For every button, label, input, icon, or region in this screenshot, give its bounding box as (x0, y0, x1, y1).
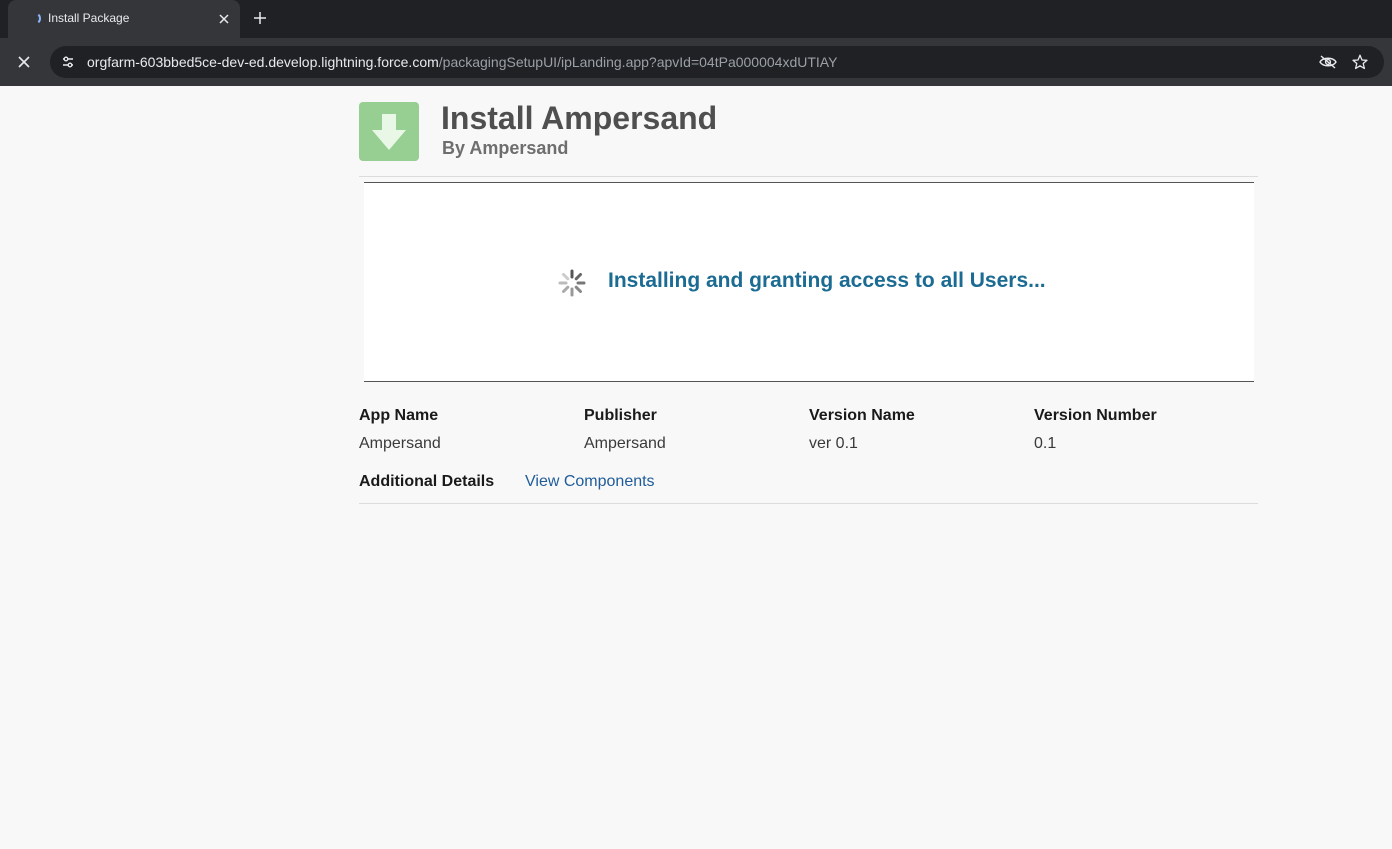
install-status-message: Installing and granting access to all Us… (608, 269, 1046, 292)
eye-slash-icon[interactable] (1316, 50, 1340, 74)
header-divider (359, 176, 1258, 177)
app-name-value: Ampersand (359, 435, 441, 452)
view-components-link[interactable]: View Components (525, 473, 655, 491)
download-arrow-icon (359, 102, 419, 161)
app-name-label: App Name (359, 407, 439, 424)
address-bar[interactable]: orgfarm-603bbed5ce-dev-ed.develop.lightn… (50, 46, 1384, 78)
tab-close-icon[interactable] (214, 9, 234, 29)
url-host: orgfarm-603bbed5ce-dev-ed.develop.lightn… (87, 54, 439, 70)
loading-spinner-icon (558, 269, 586, 297)
page-title: Install Ampersand (441, 100, 718, 136)
install-progress-panel: Installing and granting access to all Us… (364, 182, 1254, 382)
publisher-label: Publisher (584, 407, 657, 424)
browser-tab-strip: Install Package (0, 0, 1392, 38)
additional-details-label: Additional Details (359, 473, 495, 490)
tab-loading-icon (28, 12, 41, 25)
bookmark-star-icon[interactable] (1348, 50, 1372, 74)
version-name-label: Version Name (809, 407, 915, 424)
version-number-value: 0.1 (1034, 435, 1057, 452)
tab-title: Install Package (48, 11, 130, 25)
version-number-label: Version Number (1034, 407, 1157, 424)
url-path: /packagingSetupUI/ipLanding.app?apvId=04… (438, 54, 838, 70)
url-text[interactable]: orgfarm-603bbed5ce-dev-ed.develop.lightn… (87, 54, 837, 70)
stop-loading-icon[interactable] (12, 50, 36, 74)
site-settings-icon[interactable] (56, 50, 80, 74)
publisher-value: Ampersand (584, 435, 666, 452)
browser-tab[interactable]: Install Package (8, 0, 240, 38)
new-tab-icon[interactable] (250, 8, 270, 28)
page-subtitle: By Ampersand (442, 138, 569, 158)
details-divider (359, 503, 1258, 504)
version-name-value: ver 0.1 (809, 435, 858, 452)
browser-toolbar: orgfarm-603bbed5ce-dev-ed.develop.lightn… (0, 38, 1392, 86)
